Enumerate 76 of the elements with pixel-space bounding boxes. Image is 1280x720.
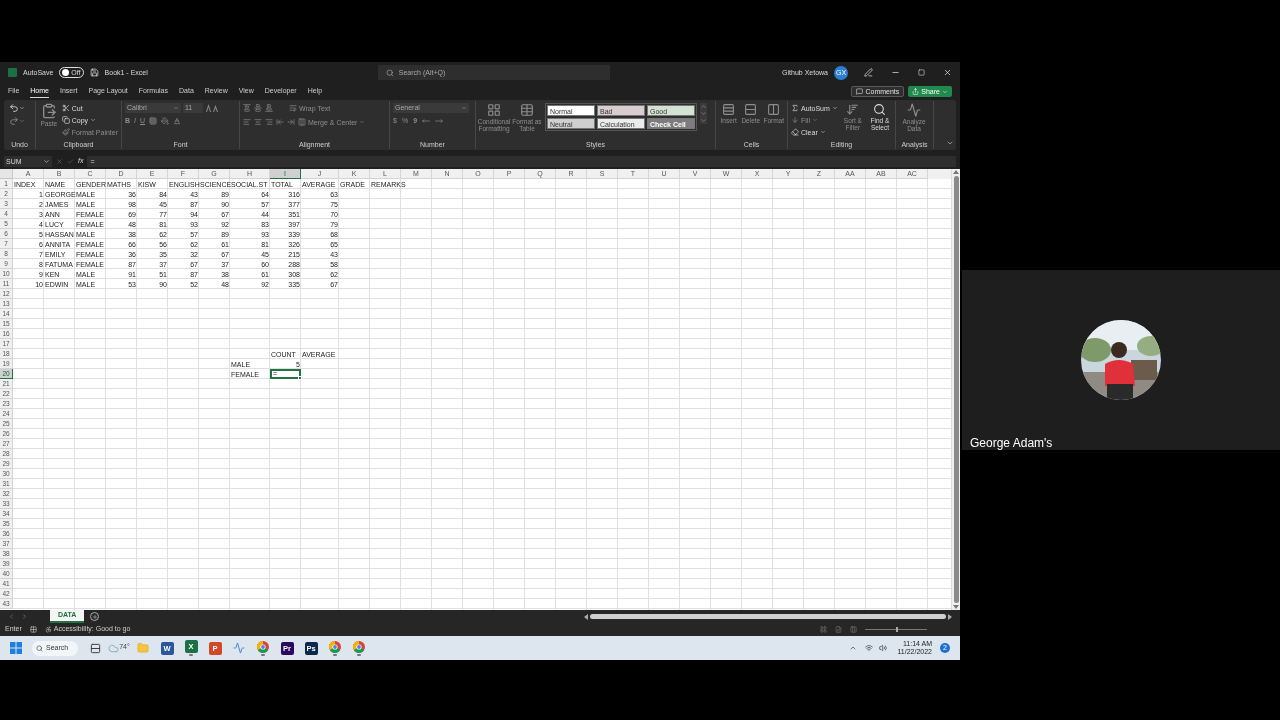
next-sheet-icon[interactable] (21, 613, 28, 621)
increase-indent-icon (287, 118, 295, 127)
normal-view-icon[interactable] (820, 626, 827, 634)
copy-icon (61, 116, 70, 125)
wrap-icon (289, 104, 297, 113)
network-icon[interactable] (865, 644, 874, 653)
search-icon (873, 102, 887, 116)
search-icon (385, 68, 394, 77)
gallery-scroll[interactable] (700, 102, 707, 124)
horizontal-scrollbar[interactable] (584, 612, 952, 621)
task-view-icon[interactable] (89, 642, 101, 654)
align-bottom-icon (265, 104, 273, 113)
increase-decimal-icon (422, 117, 431, 126)
caret-icon (90, 117, 97, 124)
maximize-icon[interactable] (918, 69, 925, 77)
running-indicator (357, 653, 361, 656)
chart-icon (907, 102, 921, 117)
scissors-icon (61, 104, 70, 113)
font-color-icon (173, 117, 182, 126)
cancel-icon[interactable] (56, 157, 63, 165)
caret-icon (942, 88, 948, 95)
caret-icon (359, 119, 366, 126)
more-icon (700, 116, 707, 124)
caret-icon (461, 104, 467, 111)
excel-logo-icon (8, 68, 17, 78)
running-indicator (189, 654, 193, 657)
zoom-slider[interactable] (865, 626, 927, 633)
volume-icon[interactable] (879, 644, 888, 653)
decrease-decimal-icon (435, 117, 444, 126)
align-center-icon (254, 118, 262, 127)
decrease-indent-icon (276, 118, 284, 127)
scroll-down-icon (700, 109, 707, 117)
grid-icon (487, 102, 501, 117)
chart-app-icon[interactable] (233, 642, 245, 655)
align-middle-icon (254, 104, 262, 113)
clipboard-icon (40, 102, 57, 119)
search-icon (36, 644, 43, 652)
running-indicator (261, 653, 265, 656)
caret-icon (831, 105, 838, 112)
fill-color-icon (161, 117, 170, 126)
undo-button[interactable] (9, 102, 25, 113)
caret-icon (173, 104, 179, 111)
align-right-icon (265, 118, 273, 127)
accessibility-icon[interactable] (44, 626, 52, 634)
macro-icon[interactable] (29, 626, 37, 634)
redo-icon (9, 115, 19, 126)
browser-icon[interactable] (353, 640, 365, 653)
fill-handle[interactable] (298, 376, 302, 381)
arrow-down-icon (791, 116, 799, 125)
close-icon[interactable] (943, 68, 952, 78)
previous-sheet-icon[interactable] (8, 613, 15, 621)
comment-icon (856, 88, 864, 96)
redo-button[interactable] (9, 115, 25, 126)
running-indicator (333, 653, 337, 656)
sigma-icon (791, 104, 799, 113)
font-size-icon[interactable] (205, 103, 219, 113)
start-icon[interactable] (10, 642, 22, 655)
table-icon (520, 102, 534, 117)
sort-icon (846, 102, 860, 116)
caret-icon (43, 157, 50, 165)
pen-icon[interactable] (864, 68, 873, 78)
participant-name: George Adam's (970, 435, 1054, 452)
align-left-icon (243, 118, 251, 127)
page-break-icon[interactable] (850, 626, 857, 634)
undo-icon (9, 102, 19, 113)
save-icon[interactable] (89, 68, 99, 78)
browser-icon[interactable] (257, 640, 269, 653)
scroll-up-icon (700, 102, 707, 110)
vertical-scrollbar[interactable] (951, 169, 960, 611)
cloud-icon[interactable] (108, 642, 120, 654)
eraser-icon (791, 128, 799, 137)
browser-icon[interactable] (329, 640, 341, 653)
paintbrush-icon (61, 128, 70, 137)
share-icon (912, 88, 920, 96)
page-layout-icon[interactable] (835, 626, 842, 634)
align-top-icon (243, 104, 251, 113)
